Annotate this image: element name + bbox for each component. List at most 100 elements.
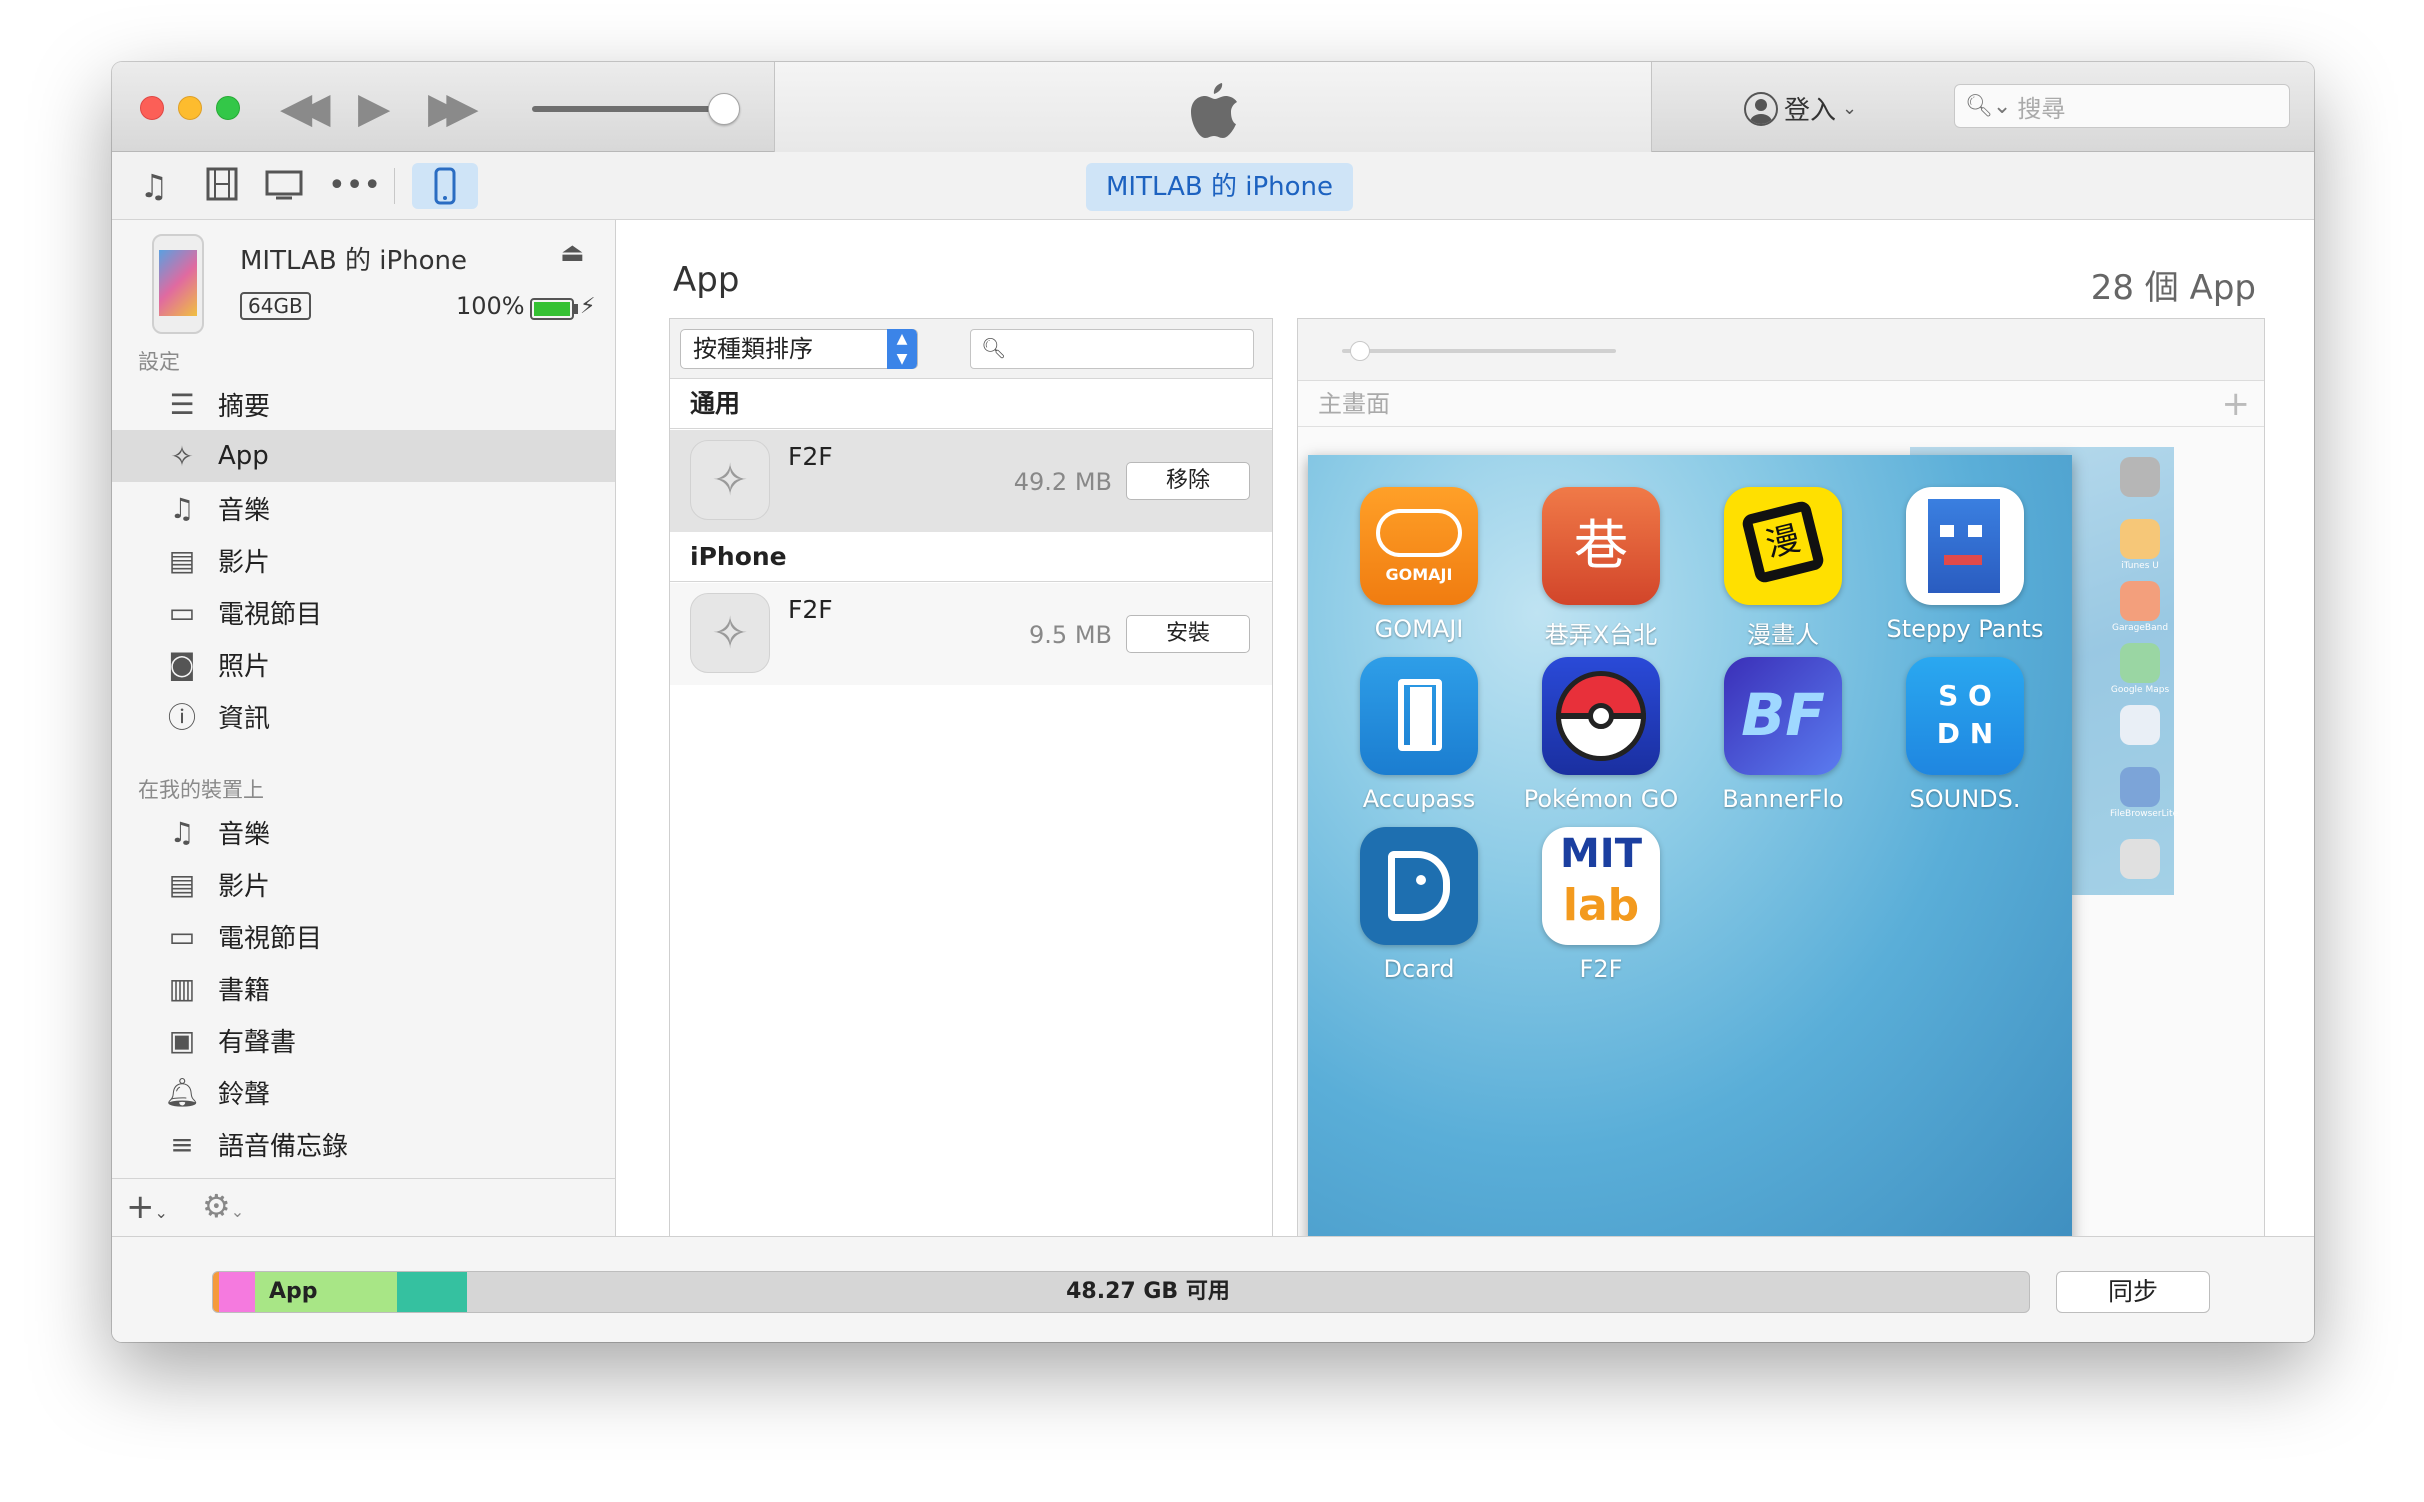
device-tab[interactable]: MITLAB 的 iPhone xyxy=(1086,163,1353,211)
iphone-home-screen[interactable]: GOMAJI GOMAJI 巷 巷弄X台北 漫 漫畫人 Steppy Pants… xyxy=(1308,455,2072,1236)
sidebar-item-label: 影片 xyxy=(218,871,271,902)
app-label: 漫畫人 xyxy=(1747,621,1819,649)
sidebar-item-device-movies[interactable]: ▤ 影片 xyxy=(112,858,615,910)
account-menu[interactable]: 登入 ⌄ xyxy=(1744,90,1857,127)
audiobook-icon: ▣ xyxy=(168,1023,196,1057)
sidebar-item-device-voice-memos[interactable]: ≡ 語音備忘錄 xyxy=(112,1118,615,1170)
sidebar-item-info[interactable]: ⓘ 資訊 xyxy=(112,690,615,742)
app-label: 巷弄X台北 xyxy=(1544,621,1658,649)
app-icon-dcard[interactable]: Dcard xyxy=(1328,827,1510,983)
storage-free-label: 48.27 GB 可用 xyxy=(1066,1279,1230,1304)
settings-header: 設定 xyxy=(138,350,180,374)
app-icon-xiangnong[interactable]: 巷 巷弄X台北 xyxy=(1510,487,1692,650)
eject-icon[interactable]: ⏏ xyxy=(560,238,585,268)
fast-forward-icon[interactable]: ▶▶ xyxy=(428,87,478,129)
sidebar-item-device-music[interactable]: ♫ 音樂 xyxy=(112,806,615,858)
install-button[interactable]: 安裝 xyxy=(1126,615,1250,653)
sidebar-item-device-audiobooks[interactable]: ▣ 有聲書 xyxy=(112,1014,615,1066)
app-icon-steppy-pants[interactable]: Steppy Pants xyxy=(1874,487,2056,643)
app-icon-gomaji[interactable]: GOMAJI GOMAJI xyxy=(1328,487,1510,643)
app-icon-accupass[interactable]: Accupass xyxy=(1328,657,1510,813)
device-name: MITLAB 的 iPhone xyxy=(240,246,467,276)
sidebar-item-device-tones[interactable]: 🔔︎ 鈴聲 xyxy=(112,1066,615,1118)
app-row[interactable]: ✧ F2F 9.5 MB 安裝 xyxy=(670,583,1272,685)
app-icon-pokemon-go[interactable]: Pokémon GO xyxy=(1510,657,1692,813)
mitlab-icon: MIT lab xyxy=(1542,827,1660,945)
sidebar-item-summary[interactable]: ☰ 摘要 xyxy=(112,378,615,430)
music-icon: ♫ xyxy=(169,815,195,849)
app-icon-f2f[interactable]: MIT lab F2F xyxy=(1510,827,1692,983)
maximize-window-button[interactable] xyxy=(216,96,240,120)
sidebar-item-device-tv[interactable]: ▭ 電視節目 xyxy=(112,910,615,962)
device-card: MITLAB 的 iPhone ⏏ 64GB 100% ⚡ xyxy=(112,220,615,340)
group-header-iphone: iPhone xyxy=(670,532,1272,582)
sort-label: 按種類排序 xyxy=(693,335,813,363)
file-browser-icon xyxy=(2120,767,2160,807)
sidebar-item-label: 音樂 xyxy=(218,819,271,850)
volume-slider[interactable] xyxy=(532,106,728,112)
film-icon[interactable] xyxy=(202,166,242,206)
app-label: Dcard xyxy=(1383,955,1455,983)
main-content: App 28 個 App 按種類排序 ▲ ▼ 🔍︎ 通用 ✧ F2F 49.2 M… xyxy=(617,220,2314,1236)
remove-button[interactable]: 移除 xyxy=(1126,462,1250,500)
add-page-icon[interactable]: + xyxy=(2222,381,2251,427)
sort-select[interactable]: 按種類排序 ▲ ▼ xyxy=(680,329,918,369)
sidebar-item-label: 書籍 xyxy=(218,975,271,1006)
tv-icon[interactable] xyxy=(262,166,306,206)
search-placeholder: 搜尋 xyxy=(2017,94,2066,123)
app-label: SOUNDS. xyxy=(1909,785,2021,813)
home-screen-label: 主畫面 xyxy=(1298,381,2264,427)
app-icon-bannerflo[interactable]: BF BannerFlo xyxy=(1692,657,1874,813)
sidebar-item-label: 語音備忘錄 xyxy=(218,1131,349,1162)
storage-segment-app: App xyxy=(255,1272,397,1312)
on-device-header: 在我的裝置上 xyxy=(138,778,264,802)
gear-icon[interactable]: ⚙⌄ xyxy=(202,1187,244,1225)
app-icon-sounds[interactable]: S OD N SOUNDS. xyxy=(1874,657,2056,813)
summary-icon: ☰ xyxy=(169,387,195,421)
add-icon[interactable]: +⌄ xyxy=(126,1187,168,1227)
app-label: BannerFlo xyxy=(1722,785,1844,813)
sidebar-item-music[interactable]: ♫ 音樂 xyxy=(112,482,615,534)
rewind-icon[interactable]: ◀◀ xyxy=(280,87,330,129)
sync-button[interactable]: 同步 xyxy=(2056,1271,2210,1313)
app-icon-manhuaren[interactable]: 漫 漫畫人 xyxy=(1692,487,1874,650)
app-size: 9.5 MB xyxy=(1029,621,1112,649)
bannerflo-icon: BF xyxy=(1724,657,1842,775)
sidebar-item-label: 電視節目 xyxy=(218,599,323,630)
itunes-u-icon xyxy=(2120,519,2160,559)
app-list-panel: 按種類排序 ▲ ▼ 🔍︎ 通用 ✧ F2F 49.2 MB 移除 iPhone ✧… xyxy=(669,318,1273,1236)
sidebar-item-tv[interactable]: ▭ 電視節目 xyxy=(112,586,615,638)
more-icon[interactable]: ••• xyxy=(328,166,381,206)
app-label: Accupass xyxy=(1362,785,1476,813)
sidebar: MITLAB 的 iPhone ⏏ 64GB 100% ⚡ 設定 ☰ 摘要 ✧ Ap… xyxy=(112,220,616,1236)
sidebar-item-label: App xyxy=(218,441,269,471)
sidebar-item-movies[interactable]: ▤ 影片 xyxy=(112,534,615,586)
play-icon[interactable]: ▶ xyxy=(358,87,390,129)
camera-icon: ◙ xyxy=(168,647,196,681)
volume-knob[interactable] xyxy=(708,93,740,125)
book-icon: ▥ xyxy=(168,971,196,1005)
music-icon[interactable]: ♫ xyxy=(134,166,174,206)
sidebar-item-label: 鈴聲 xyxy=(218,1079,271,1110)
sidebar-item-label: 電視節目 xyxy=(218,923,323,954)
group-header-general: 通用 xyxy=(670,379,1272,429)
sidebar-item-device-books[interactable]: ▥ 書籍 xyxy=(112,962,615,1014)
zoom-knob[interactable] xyxy=(1350,341,1370,361)
mini-label: FileBrowserLite xyxy=(2110,809,2179,819)
sidebar-item-label: 影片 xyxy=(218,547,271,578)
music-icon: ♫ xyxy=(169,491,195,525)
storage-footer: App 48.27 GB 可用 同步 xyxy=(112,1236,2314,1342)
storage-segment-docs xyxy=(397,1272,467,1312)
app-search-input[interactable]: 🔍︎ xyxy=(970,329,1254,369)
close-window-button[interactable] xyxy=(140,96,164,120)
battery-tip xyxy=(574,304,578,314)
iphone-device-button[interactable] xyxy=(412,163,478,209)
app-size: 49.2 MB xyxy=(1013,468,1112,496)
zoom-slider[interactable] xyxy=(1342,349,1616,353)
minimize-window-button[interactable] xyxy=(178,96,202,120)
sidebar-item-app[interactable]: ✧ App xyxy=(112,430,615,482)
app-row[interactable]: ✧ F2F 49.2 MB 移除 xyxy=(670,430,1272,532)
sidebar-item-photos[interactable]: ◙ 照片 xyxy=(112,638,615,690)
search-field[interactable]: 🔍︎⌄ 搜尋 xyxy=(1954,84,2290,128)
mini-label: iTunes U xyxy=(2121,561,2159,571)
